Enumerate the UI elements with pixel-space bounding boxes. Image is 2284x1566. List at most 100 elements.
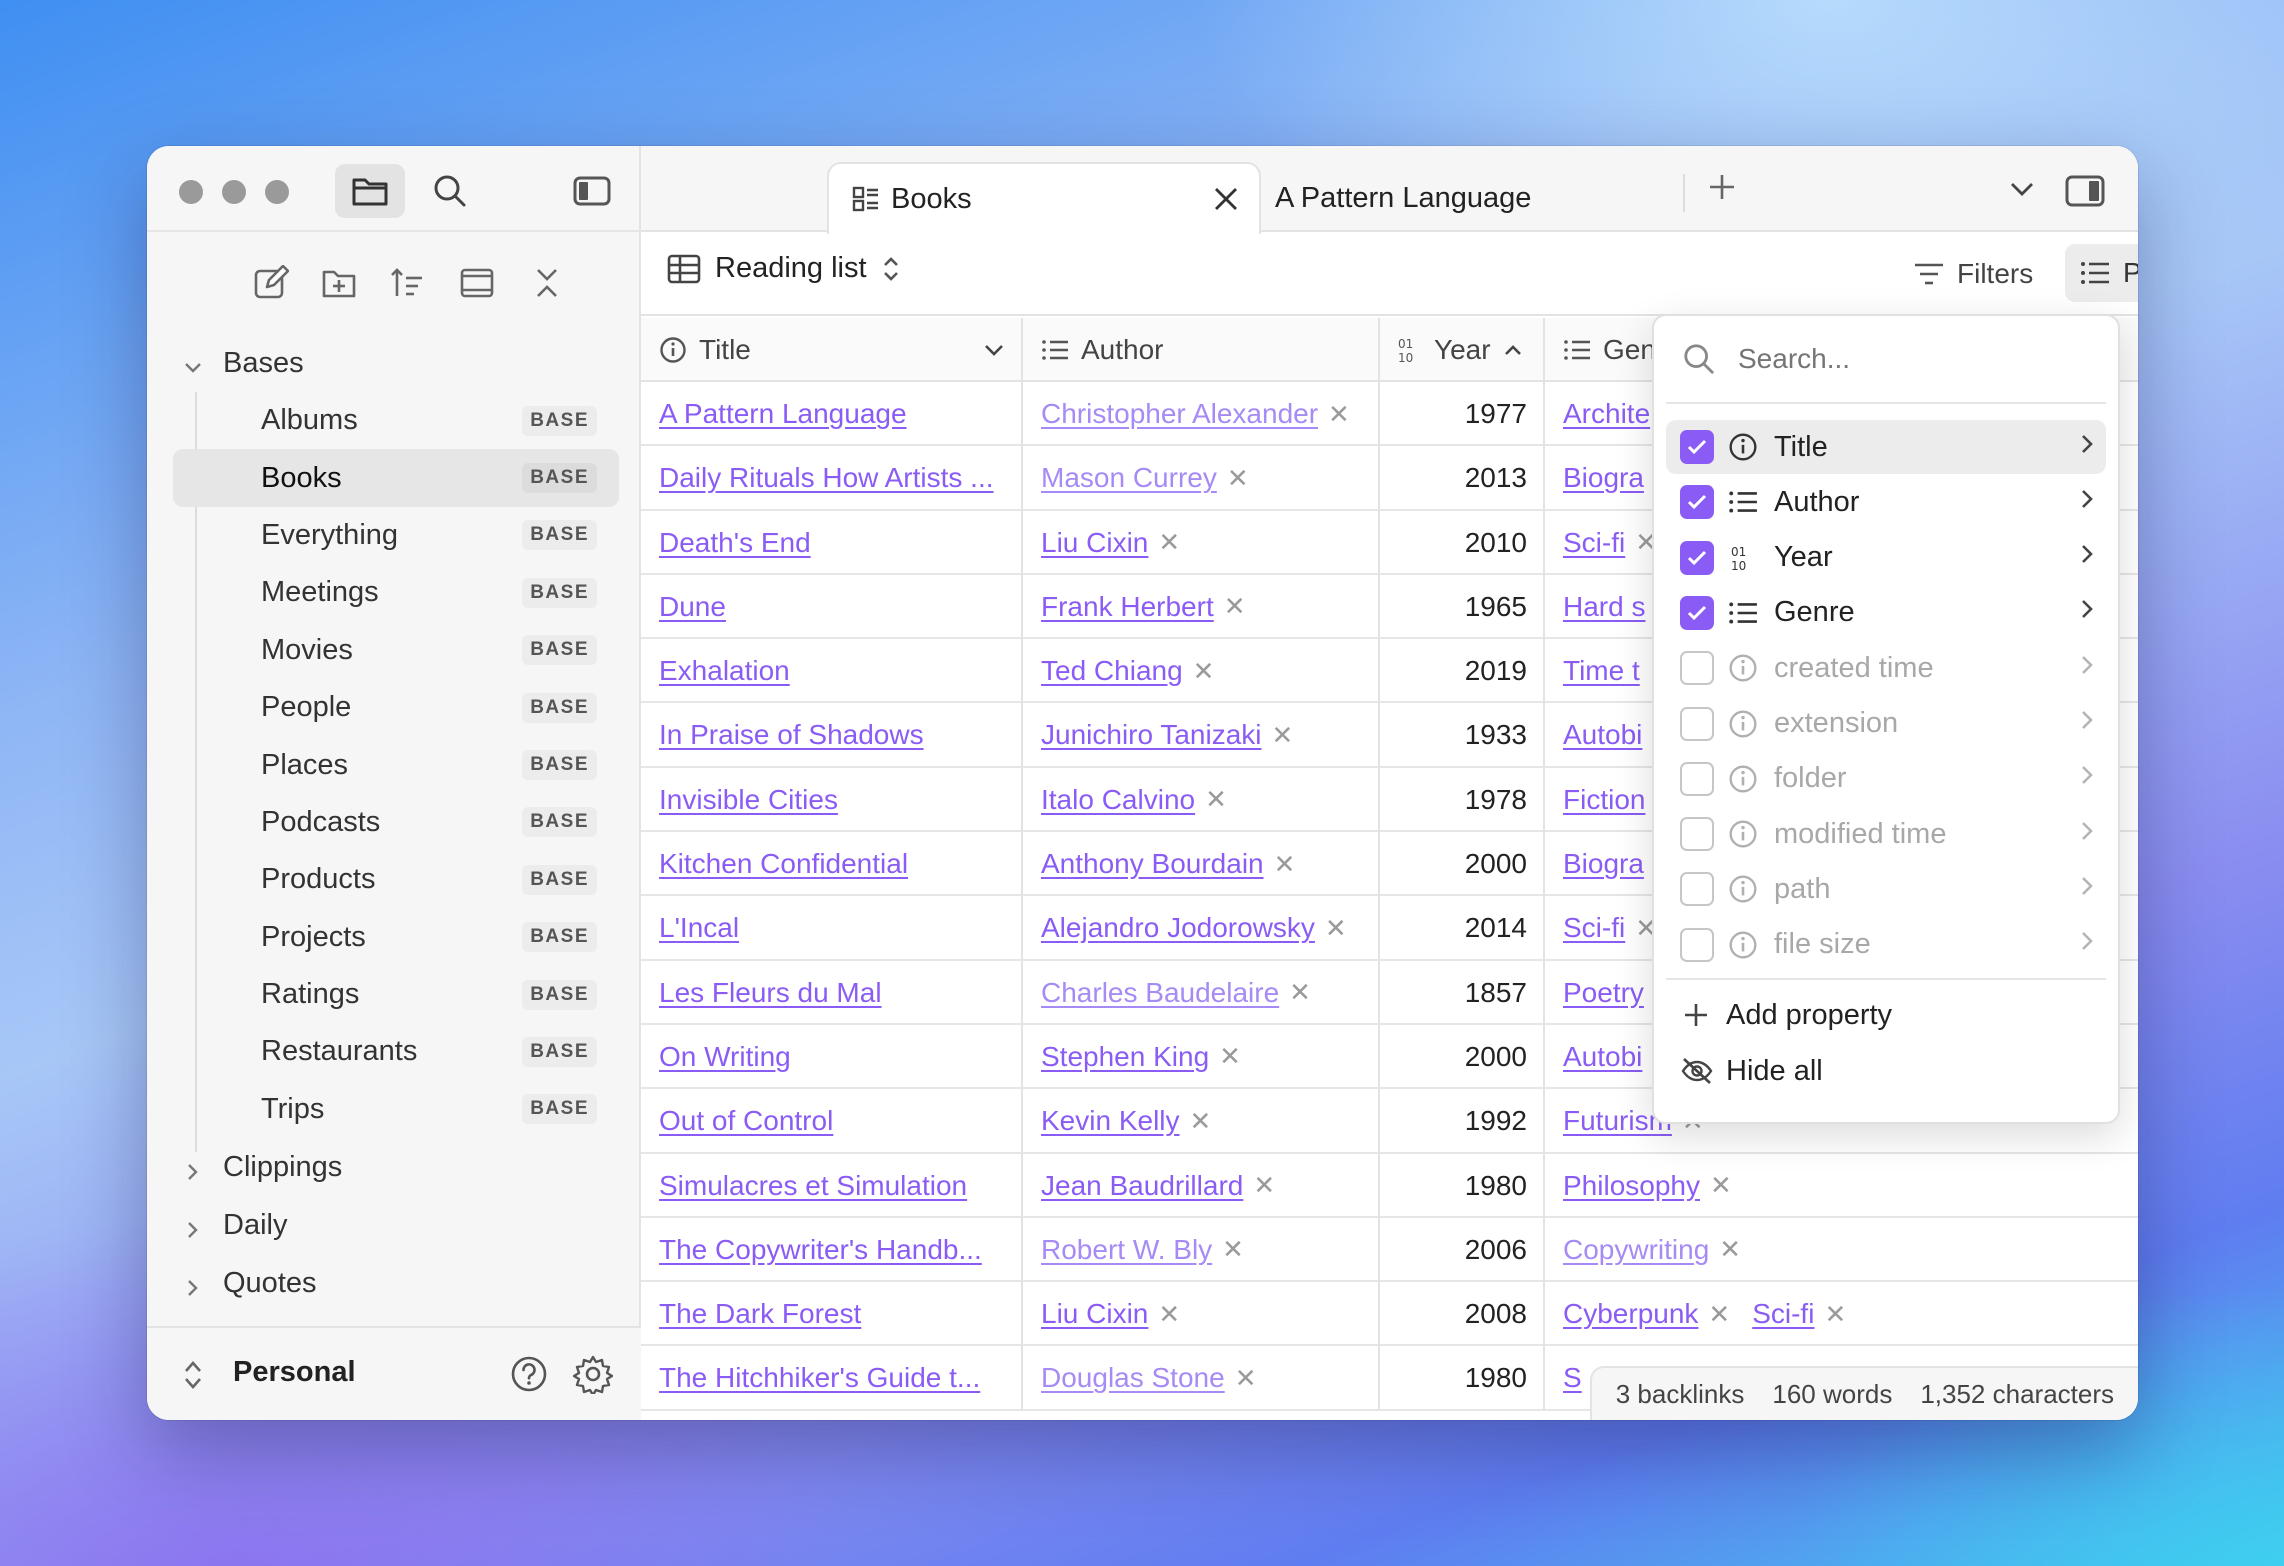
folder-quotes[interactable]: Quotes	[147, 1254, 641, 1312]
property-checkbox[interactable]	[1680, 430, 1714, 464]
chevron-up-icon[interactable]	[1503, 343, 1523, 357]
author-link[interactable]: Frank Herbert	[1041, 591, 1214, 623]
vault-name[interactable]: Personal	[233, 1356, 356, 1389]
column-header-title[interactable]: Title	[641, 318, 1023, 382]
window-minimize-button[interactable]	[222, 180, 246, 204]
genre-link[interactable]: Autobi	[1563, 1041, 1642, 1073]
author-link[interactable]: Anthony Bourdain	[1041, 848, 1264, 880]
title-link[interactable]: Exhalation	[659, 655, 790, 687]
remove-value-icon[interactable]: ✕	[1158, 1299, 1180, 1330]
author-link[interactable]: Jean Baudrillard	[1041, 1170, 1243, 1202]
author-link[interactable]: Charles Baudelaire	[1041, 977, 1279, 1009]
column-header-year[interactable]: 01 10 Year	[1380, 318, 1545, 382]
chevron-right-icon[interactable]	[2078, 873, 2096, 906]
genre-link[interactable]: Sci-fi	[1563, 912, 1625, 944]
chevron-right-icon[interactable]	[2078, 431, 2096, 464]
property-item-year[interactable]: 01 10 Year	[1666, 531, 2106, 585]
title-link[interactable]: The Dark Forest	[659, 1298, 861, 1330]
property-checkbox[interactable]	[1680, 761, 1714, 796]
vault-switch-icon[interactable]	[183, 1358, 203, 1397]
property-checkbox[interactable]	[1680, 927, 1714, 962]
property-item-created-time[interactable]: created time	[1666, 641, 2106, 695]
genre-link[interactable]: Sci-fi	[1563, 527, 1625, 559]
cell-year[interactable]: 2010	[1380, 510, 1545, 575]
genre-link[interactable]: Hard s	[1563, 591, 1645, 623]
genre-link[interactable]: Fiction	[1563, 784, 1645, 816]
property-item-extension[interactable]: extension	[1666, 697, 2106, 751]
remove-value-icon[interactable]: ✕	[1710, 1170, 1732, 1201]
cell-year[interactable]: 2006	[1380, 1217, 1545, 1282]
property-item-author[interactable]: Author	[1666, 475, 2106, 529]
folder-clippings[interactable]: Clippings	[147, 1138, 641, 1196]
sidebar-item-albums[interactable]: Albums BASE	[147, 392, 641, 449]
cell-year[interactable]: 1965	[1380, 574, 1545, 639]
add-property-button[interactable]: Add property	[1666, 988, 2106, 1042]
cell-year[interactable]: 1980	[1380, 1153, 1545, 1218]
chevron-right-icon[interactable]	[2078, 596, 2096, 629]
genre-link[interactable]: Copywriting	[1563, 1234, 1709, 1266]
title-link[interactable]: Dune	[659, 591, 726, 623]
title-link[interactable]: Out of Control	[659, 1105, 833, 1137]
sidebar-item-restaurants[interactable]: Restaurants BASE	[147, 1023, 641, 1080]
title-link[interactable]: A Pattern Language	[659, 398, 907, 430]
property-checkbox[interactable]	[1680, 485, 1714, 520]
title-link[interactable]: The Copywriter's Handb...	[659, 1234, 982, 1266]
properties-button[interactable]: Properties	[2065, 244, 2138, 302]
author-link[interactable]: Stephen King	[1041, 1041, 1209, 1073]
sidebar-item-ratings[interactable]: Ratings BASE	[147, 966, 641, 1023]
sidebar-item-places[interactable]: Places BASE	[147, 736, 641, 793]
remove-value-icon[interactable]: ✕	[1222, 1234, 1244, 1265]
help-button[interactable]	[509, 1354, 549, 1399]
sidebar-item-people[interactable]: People BASE	[147, 679, 641, 736]
chevron-right-icon[interactable]	[2078, 486, 2096, 519]
chevron-right-icon[interactable]	[2078, 762, 2096, 795]
chevron-right-icon[interactable]	[2078, 652, 2096, 685]
sidebar-item-books[interactable]: Books BASE	[173, 449, 619, 507]
sort-button[interactable]	[379, 250, 435, 316]
chevron-right-icon[interactable]	[2078, 707, 2096, 740]
sidebar-item-movies[interactable]: Movies BASE	[147, 622, 641, 679]
remove-value-icon[interactable]: ✕	[1719, 1234, 1741, 1265]
tab-a-pattern-language[interactable]: A Pattern Language	[1275, 162, 1675, 234]
toggle-sidebar-button[interactable]	[557, 164, 627, 218]
folder-bases[interactable]: Bases	[147, 334, 641, 392]
settings-button[interactable]	[572, 1354, 614, 1399]
search-button[interactable]	[415, 164, 485, 218]
toggle-right-sidebar-button[interactable]	[2065, 174, 2105, 213]
property-item-genre[interactable]: Genre	[1666, 586, 2106, 640]
cell-year[interactable]: 2013	[1380, 446, 1545, 511]
author-link[interactable]: Italo Calvino	[1041, 784, 1195, 816]
property-checkbox[interactable]	[1680, 817, 1714, 852]
new-note-button[interactable]	[243, 250, 299, 316]
remove-value-icon[interactable]: ✕	[1708, 1299, 1730, 1330]
author-link[interactable]: Junichiro Tanizaki	[1041, 719, 1262, 751]
author-link[interactable]: Robert W. Bly	[1041, 1234, 1212, 1266]
cell-year[interactable]: 2019	[1380, 639, 1545, 704]
genre-link[interactable]: Autobi	[1563, 719, 1642, 751]
author-link[interactable]: Mason Currey	[1041, 462, 1217, 494]
tab-list-button[interactable]	[2009, 180, 2035, 203]
title-link[interactable]: L'Incal	[659, 912, 739, 944]
author-link[interactable]: Liu Cixin	[1041, 527, 1148, 559]
property-item-title[interactable]: Title	[1666, 420, 2106, 474]
cell-year[interactable]: 1978	[1380, 767, 1545, 832]
chevron-right-icon[interactable]	[183, 1215, 203, 1248]
author-link[interactable]: Christopher Alexander	[1041, 398, 1318, 430]
genre-link[interactable]: Cyberpunk	[1563, 1298, 1698, 1330]
property-item-folder[interactable]: folder	[1666, 752, 2106, 806]
title-link[interactable]: On Writing	[659, 1041, 791, 1073]
remove-value-icon[interactable]: ✕	[1158, 527, 1180, 558]
genre-link[interactable]: Time t	[1563, 655, 1640, 687]
remove-value-icon[interactable]: ✕	[1219, 1041, 1241, 1072]
window-zoom-button[interactable]	[265, 180, 289, 204]
remove-value-icon[interactable]: ✕	[1235, 1363, 1257, 1394]
window-close-button[interactable]	[179, 180, 203, 204]
cell-year[interactable]: 1933	[1380, 703, 1545, 768]
chevron-right-icon[interactable]	[2078, 818, 2096, 851]
new-tab-button[interactable]	[1707, 172, 1737, 207]
property-checkbox[interactable]	[1680, 651, 1714, 686]
chevron-right-icon[interactable]	[2078, 541, 2096, 574]
chevron-down-icon[interactable]	[983, 342, 1005, 358]
remove-value-icon[interactable]: ✕	[1227, 463, 1249, 494]
property-item-modified-time[interactable]: modified time	[1666, 807, 2106, 861]
